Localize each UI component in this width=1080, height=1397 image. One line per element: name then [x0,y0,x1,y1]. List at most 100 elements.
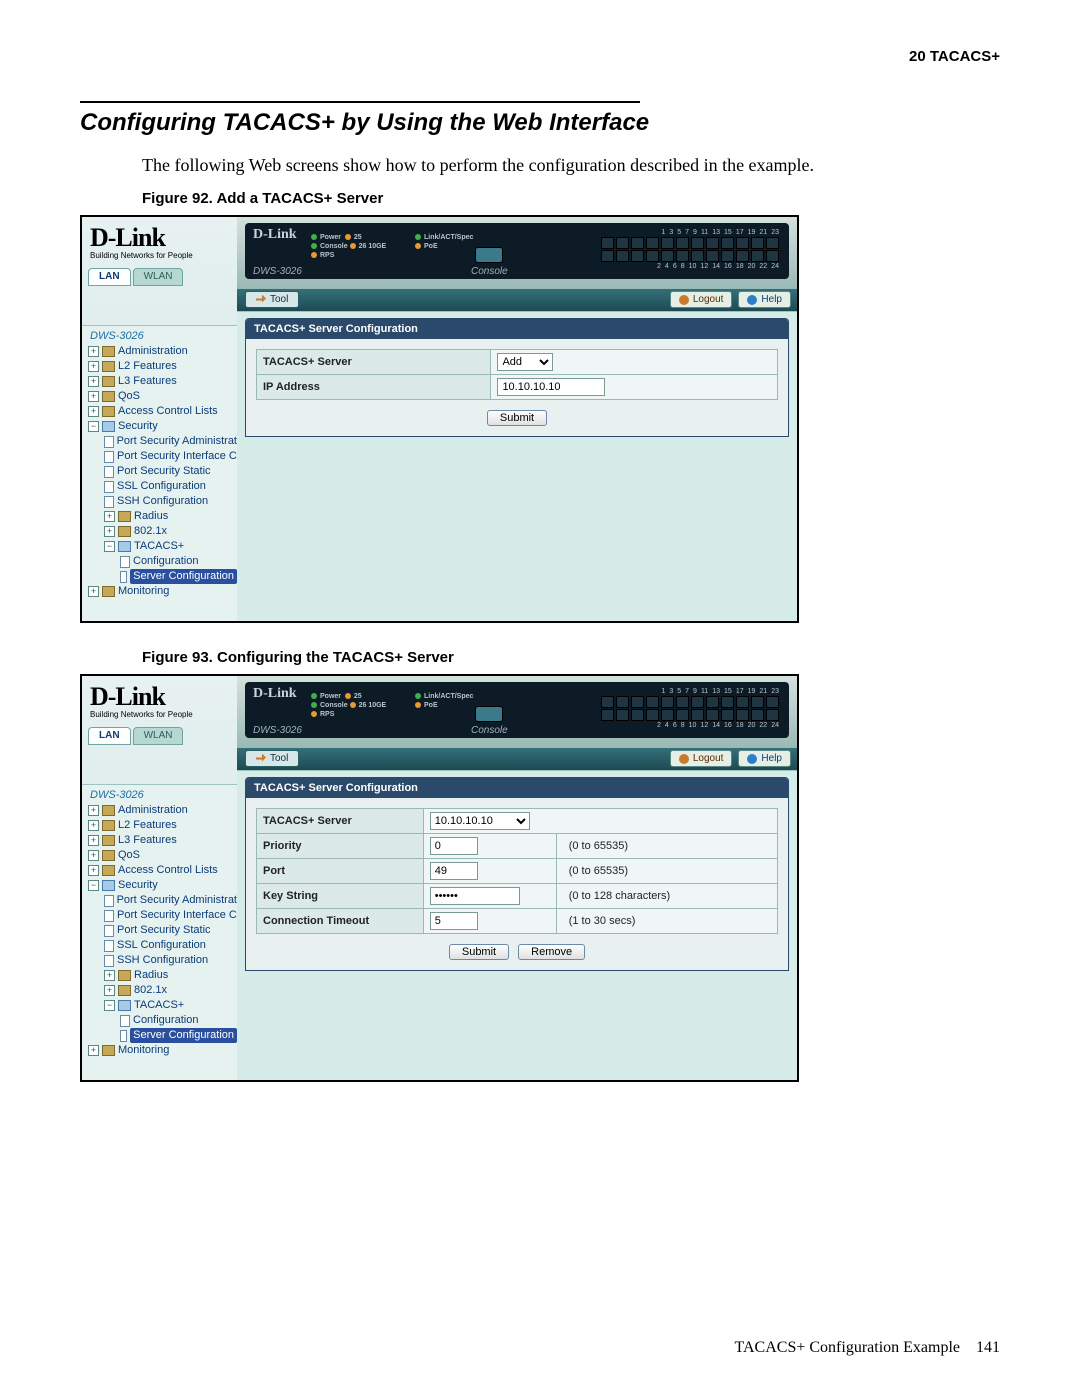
label-timeout: Connection Timeout [257,909,424,934]
remove-button[interactable]: Remove [518,944,585,960]
server-action-select[interactable]: Add [497,353,553,371]
tool-button[interactable]: Tool [245,750,299,767]
tree-item-tacacs-config[interactable]: Configuration [86,1013,237,1028]
logout-button[interactable]: Logout [670,291,733,308]
nav-tree: +Administration +L2 Features +L3 Feature… [82,803,237,1058]
console-label: Console [471,266,508,277]
tree-item-tacacs[interactable]: −TACACS+ [86,539,237,554]
tree-item-l3[interactable]: +L3 Features [86,833,237,848]
console-port-icon [475,247,503,263]
device-header: D-Link DWS-3026 Power 25 Console 26 10GE… [237,676,797,750]
help-icon [747,295,757,305]
port-nums-top: 1357911131517192123 [601,229,779,236]
label-ip: IP Address [257,375,491,400]
device-model: DWS-3026 [253,725,302,736]
port-row-bottom [601,250,779,262]
tree-item-psi[interactable]: Port Security Interface C [86,908,237,923]
tree-item-administration[interactable]: +Administration [86,344,237,359]
tree-item-security[interactable]: −Security [86,878,237,893]
section-rule [80,101,640,103]
tree-item-radius[interactable]: +Radius [86,509,237,524]
tab-wlan[interactable]: WLAN [133,727,184,745]
tree-item-8021x[interactable]: +802.1x [86,983,237,998]
tree-item-ssl[interactable]: SSL Configuration [86,479,237,494]
dlink-logo: D-Link [90,682,235,712]
tab-lan[interactable]: LAN [88,727,131,745]
label-key: Key String [257,884,424,909]
priority-input[interactable] [430,837,478,855]
tree-item-ssl[interactable]: SSL Configuration [86,938,237,953]
tree-item-monitoring[interactable]: +Monitoring [86,1043,237,1058]
tacacs-panel: TACACS+ Server Configuration TACACS+ Ser… [245,318,789,437]
tab-wlan[interactable]: WLAN [133,268,184,286]
tree-item-psa[interactable]: Port Security Administrat [86,893,237,908]
submit-button[interactable]: Submit [449,944,509,960]
submit-button[interactable]: Submit [487,410,547,426]
dlink-logo: D-Link [90,223,235,253]
tree-item-ssh[interactable]: SSH Configuration [86,953,237,968]
tree-item-acl[interactable]: +Access Control Lists [86,863,237,878]
port-nums-top: 1357911131517192123 [601,688,779,695]
port-row-top [601,237,779,249]
device-leds2: Link/ACT/Spec PoE [415,692,473,710]
tree-item-tacacs-server[interactable]: Server Configuration [86,1028,237,1043]
device-brand: D-Link [253,227,297,243]
tree-item-l2[interactable]: +L2 Features [86,818,237,833]
intro-text: The following Web screens show how to pe… [142,155,1000,176]
figure93-screenshot: D-Link Building Networks for People LAN … [80,674,799,1082]
help-button[interactable]: Help [738,750,791,767]
running-head: 20 TACACS+ [80,48,1000,65]
tool-button[interactable]: Tool [245,291,299,308]
tree-item-tacacs-server[interactable]: Server Configuration [86,569,237,584]
priority-hint: (0 to 65535) [563,840,628,852]
logout-button[interactable]: Logout [670,750,733,767]
figure92-caption: Figure 92. Add a TACACS+ Server [142,190,1000,207]
tree-root[interactable]: DWS-3026 [82,785,237,803]
dlink-tagline: Building Networks for People [90,710,235,719]
ip-input[interactable] [497,378,605,396]
tree-item-qos[interactable]: +QoS [86,389,237,404]
device-leds: Power 25 Console 26 10GE RPS [311,233,386,260]
form-table: TACACS+ Server 10.10.10.10 Priority (0 t… [256,808,778,934]
device-brand: D-Link [253,686,297,702]
footer-page: 141 [976,1339,1000,1356]
tree-item-pss[interactable]: Port Security Static [86,464,237,479]
tree-item-monitoring[interactable]: +Monitoring [86,584,237,599]
logout-icon [679,754,689,764]
console-port-icon [475,706,503,722]
device-model: DWS-3026 [253,266,302,277]
tree-item-psa[interactable]: Port Security Administrat [86,434,237,449]
port-input[interactable] [430,862,478,880]
device-ports: 1357911131517192123 24681012141618202224 [601,229,779,270]
timeout-input[interactable] [430,912,478,930]
tree-item-pss[interactable]: Port Security Static [86,923,237,938]
tab-lan[interactable]: LAN [88,268,131,286]
device-leds2: Link/ACT/Spec PoE [415,233,473,251]
tree-item-l3[interactable]: +L3 Features [86,374,237,389]
figure93-caption: Figure 93. Configuring the TACACS+ Serve… [142,649,1000,666]
wrench-icon [256,754,266,764]
dlink-tagline: Building Networks for People [90,251,235,260]
key-input[interactable] [430,887,520,905]
tree-item-psi[interactable]: Port Security Interface C [86,449,237,464]
server-select[interactable]: 10.10.10.10 [430,812,530,830]
tree-item-administration[interactable]: +Administration [86,803,237,818]
port-nums-bottom: 24681012141618202224 [601,722,779,729]
tree-item-tacacs-config[interactable]: Configuration [86,554,237,569]
tree-item-acl[interactable]: +Access Control Lists [86,404,237,419]
figure92-screenshot: D-Link Building Networks for People LAN … [80,215,799,623]
tree-item-qos[interactable]: +QoS [86,848,237,863]
tree-root[interactable]: DWS-3026 [82,326,237,344]
section-title: Configuring TACACS+ by Using the Web Int… [80,109,1000,137]
tree-item-8021x[interactable]: +802.1x [86,524,237,539]
console-label: Console [471,725,508,736]
label-server: TACACS+ Server [257,809,424,834]
tree-item-l2[interactable]: +L2 Features [86,359,237,374]
help-button[interactable]: Help [738,291,791,308]
tree-item-radius[interactable]: +Radius [86,968,237,983]
device-ports: 1357911131517192123 24681012141618202224 [601,688,779,729]
tree-item-tacacs[interactable]: −TACACS+ [86,998,237,1013]
port-hint: (0 to 65535) [563,865,628,877]
tree-item-security[interactable]: −Security [86,419,237,434]
tree-item-ssh[interactable]: SSH Configuration [86,494,237,509]
